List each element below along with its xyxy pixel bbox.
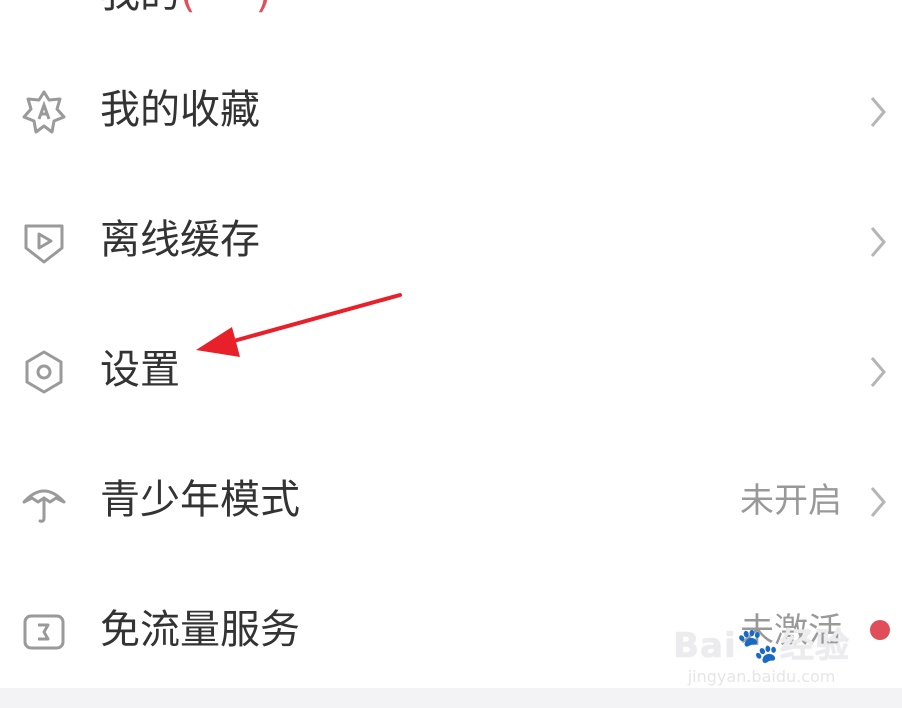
partial-label: 我的 (100, 0, 180, 17)
menu-item-offline-cache[interactable]: 离线缓存 (0, 190, 902, 290)
menu-item-favorites[interactable]: 我的收藏 (0, 60, 902, 160)
data-card-icon (20, 608, 68, 656)
watermark-brand: Bai🐾经验 (673, 626, 850, 666)
umbrella-icon (20, 478, 68, 526)
hexagon-gear-icon (20, 348, 68, 396)
play-download-icon (20, 218, 68, 266)
menu-item-label: 免流量服务 (100, 607, 300, 653)
chevron-right-icon (868, 224, 888, 260)
star-badge-icon (20, 88, 68, 136)
partial-accent: (***) (180, 0, 271, 17)
menu-item-teen-mode[interactable]: 青少年模式 未开启 (0, 450, 902, 550)
menu-item-label: 离线缓存 (100, 217, 260, 263)
menu-item-status: 未开启 (740, 481, 842, 521)
bottom-divider-bar (0, 688, 902, 708)
menu-item-settings[interactable]: 设置 (0, 320, 902, 420)
menu-item-label: 我的收藏 (100, 87, 260, 133)
chevron-right-icon (868, 94, 888, 130)
notification-dot (870, 620, 890, 640)
watermark-url: jingyan.baidu.com (687, 667, 836, 686)
partial-menu-item-top[interactable]: 我的(***) (100, 0, 271, 14)
menu-item-label: 设置 (100, 347, 180, 393)
menu-item-label: 青少年模式 (100, 477, 300, 523)
chevron-right-icon (868, 354, 888, 390)
chevron-right-icon (868, 484, 888, 520)
watermark: Bai🐾经验 jingyan.baidu.com (673, 618, 850, 686)
